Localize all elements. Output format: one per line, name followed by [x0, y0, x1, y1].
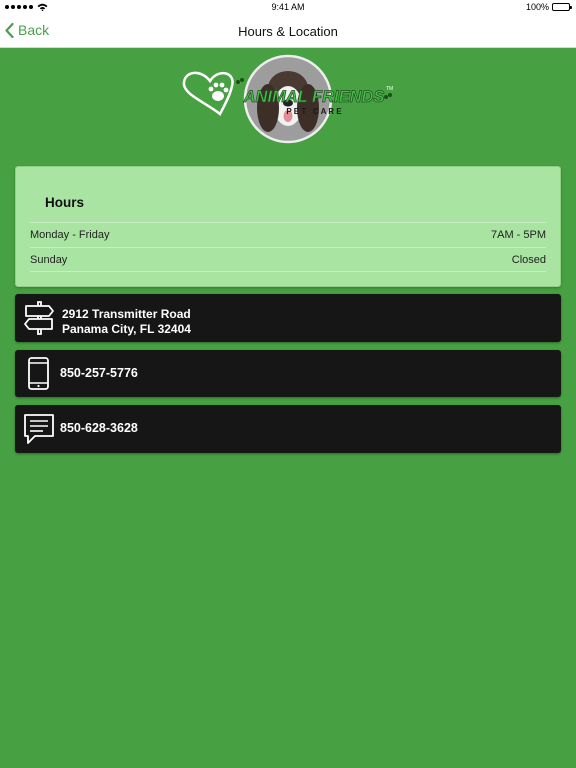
- hours-time: Closed: [511, 253, 546, 266]
- address-line-1: 2912 Transmitter Road: [62, 307, 191, 321]
- status-time: 9:41 AM: [271, 2, 305, 12]
- phone-icon: [28, 357, 49, 390]
- status-bar: 9:41 AM 100%: [0, 0, 576, 15]
- hours-time: 7AM - 5PM: [490, 229, 546, 241]
- phone-number: 850-257-5776: [60, 366, 138, 380]
- hours-day: Sunday: [30, 253, 68, 266]
- navigation-bar: Back Hours & Location: [0, 15, 576, 48]
- hours-title: Hours: [45, 195, 85, 210]
- address-line-2: Panama City, FL 32404: [62, 322, 191, 336]
- signpost-icon: [24, 301, 54, 335]
- message-icon: [24, 414, 54, 444]
- address-card[interactable]: 2912 Transmitter Road Panama City, FL 32…: [15, 294, 561, 342]
- logo-trademark: TM: [386, 86, 393, 92]
- address-text: 2912 Transmitter Road Panama City, FL 32…: [62, 307, 191, 337]
- hours-day: Monday - Friday: [30, 229, 110, 241]
- hours-row: Sunday Closed: [30, 247, 546, 272]
- battery-indicator: 100%: [525, 2, 572, 12]
- logo-text: ANIMAL FRIENDS: [243, 88, 385, 106]
- sms-number: 850-628-3628: [60, 421, 138, 435]
- text-message-card[interactable]: 850-628-3628: [15, 405, 561, 453]
- page-title: Hours & Location: [238, 24, 338, 39]
- battery-icon: [552, 3, 572, 11]
- hours-row: Monday - Friday 7AM - 5PM: [30, 222, 546, 247]
- hours-card: Hours Monday - Friday 7AM - 5PM Sunday C…: [15, 166, 561, 287]
- logo-subtext: P E T C A R E: [286, 107, 342, 116]
- paw-icon: [208, 82, 229, 101]
- animal-friends-logo: ANIMAL FRIENDS TM P E T C A R E: [182, 54, 393, 144]
- phone-card[interactable]: 850-257-5776: [15, 350, 561, 397]
- battery-percent: 100%: [525, 2, 549, 12]
